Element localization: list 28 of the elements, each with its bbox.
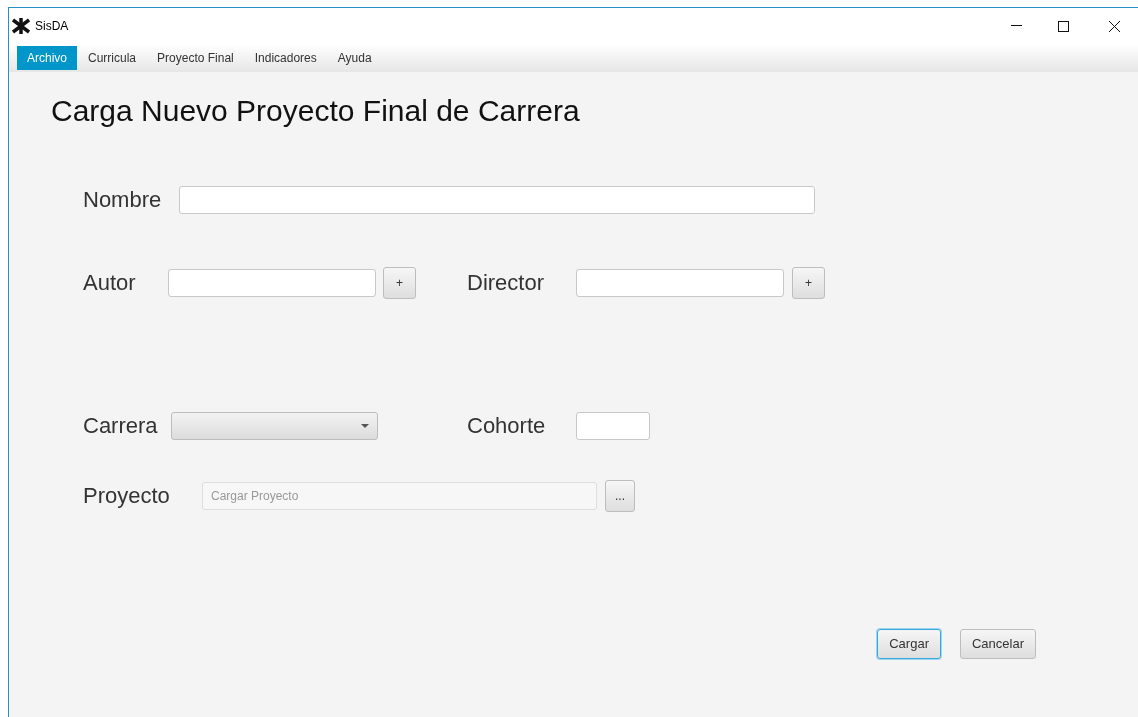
menu-item[interactable]: Curricula (78, 46, 147, 70)
dialog-button[interactable]: Cargar (877, 629, 941, 659)
input-field[interactable] (576, 411, 650, 440)
menu-item[interactable]: Indicadores (244, 46, 327, 70)
small-button[interactable]: + (792, 266, 825, 299)
field-label: Proyecto (83, 482, 171, 510)
input-field[interactable] (576, 268, 784, 297)
dialog-button[interactable]: Cancelar (959, 629, 1036, 659)
window-title: SisDA (35, 18, 69, 35)
minimize-icon[interactable] (1011, 25, 1022, 27)
input-field[interactable] (168, 268, 376, 297)
menu-item[interactable]: Proyecto Final (147, 46, 244, 70)
close-icon[interactable] (1109, 20, 1120, 32)
field-label: Autor (83, 269, 137, 297)
field-label: Nombre (83, 186, 162, 214)
dropdown[interactable] (171, 411, 378, 440)
menu-item[interactable]: Ayuda (327, 46, 382, 70)
field-label: Director (467, 269, 545, 297)
field-label: Carrera (83, 412, 159, 440)
caret-icon (361, 423, 369, 428)
input-field[interactable]: Cargar Proyecto (202, 481, 597, 510)
input-field[interactable] (179, 185, 816, 214)
small-button[interactable]: + (383, 266, 416, 299)
app-logo-icon (12, 18, 30, 34)
small-button[interactable]: ... (605, 479, 635, 512)
maximize-icon[interactable] (1058, 20, 1069, 32)
field-label: Cohorte (467, 412, 547, 440)
page-heading: Carga Nuevo Proyecto Final de Carrera (51, 93, 581, 129)
